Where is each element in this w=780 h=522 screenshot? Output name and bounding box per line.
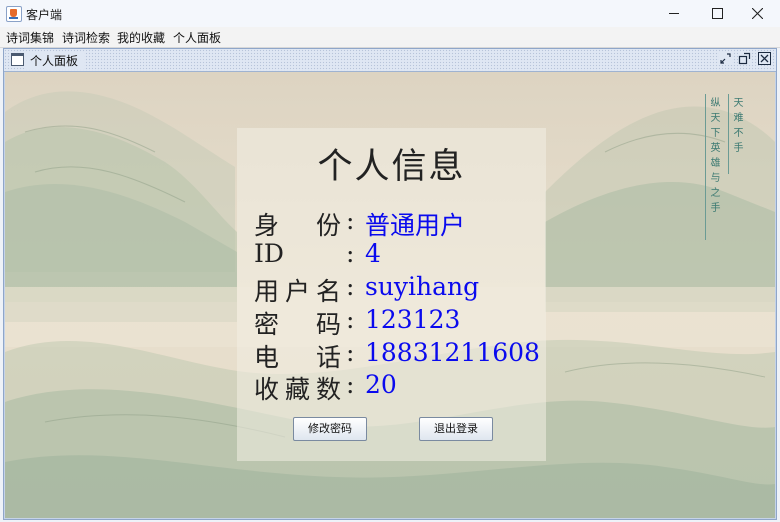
field-colon: :	[346, 272, 355, 301]
menu-poetry-search[interactable]: 诗词检索	[62, 29, 110, 46]
field-colon: :	[346, 370, 355, 399]
profile-info-panel: 个人信息 身份 : 普通用户 ID : 4 用户名 : suyihang 密码 …	[237, 128, 546, 461]
poem-column-1: 天难不手	[731, 97, 742, 157]
iconify-icon	[720, 53, 731, 64]
field-value: suyihang	[365, 272, 480, 301]
poem-divider	[728, 94, 729, 174]
field-value: 123123	[365, 305, 461, 334]
menu-poetry-collection[interactable]: 诗词集锦	[6, 29, 54, 46]
field-label: ID	[254, 239, 284, 268]
frame-maximize-button[interactable]	[738, 52, 751, 65]
restore-icon	[738, 52, 751, 65]
field-colon: :	[346, 239, 355, 268]
menu-bar: 诗词集锦 诗词检索 我的收藏 个人面板	[0, 27, 780, 48]
minimize-button[interactable]	[652, 0, 696, 27]
field-label: 密码	[254, 310, 341, 339]
field-colon: :	[346, 305, 355, 334]
field-colon: :	[346, 206, 355, 235]
maximize-button[interactable]	[695, 0, 739, 27]
profile-heading: 个人信息	[317, 147, 466, 187]
frame-close-icon	[758, 52, 771, 65]
field-label: 收藏数	[254, 375, 341, 404]
poem-divider	[705, 94, 706, 240]
window-title: 客户端	[26, 8, 63, 22]
personal-panel-frame: 个人面板 天难不手 纵天下英雄与之手 个人信息 身份: 普通用户 ID: 4…	[3, 48, 777, 520]
poem-column-2: 纵天下英雄与之手	[708, 97, 719, 217]
frame-icon	[11, 53, 24, 66]
window-titlebar: 客户端	[0, 0, 780, 28]
field-value: 4	[365, 239, 381, 268]
change-password-button[interactable]: 修改密码	[293, 417, 367, 441]
field-label: 电话	[254, 343, 341, 372]
logout-button[interactable]: 退出登录	[419, 417, 493, 441]
close-icon	[752, 8, 763, 19]
iconify-button[interactable]	[719, 52, 732, 65]
field-label: 身份	[254, 211, 341, 240]
java-app-icon	[6, 6, 22, 22]
close-button[interactable]	[736, 0, 780, 27]
field-value: 20	[365, 370, 397, 399]
frame-close-button[interactable]	[758, 52, 771, 65]
field-value: 18831211608	[365, 338, 540, 367]
menu-my-favorites[interactable]: 我的收藏	[117, 29, 165, 46]
field-value: 普通用户	[365, 211, 466, 240]
internal-frame-titlebar[interactable]: 个人面板	[4, 49, 776, 72]
menu-personal-panel[interactable]: 个人面板	[173, 29, 221, 46]
field-colon: :	[346, 338, 355, 367]
personal-panel-content: 天难不手 纵天下英雄与之手 个人信息 身份 : 普通用户 ID : 4 用户名 …	[5, 72, 775, 518]
internal-frame-title: 个人面板	[26, 52, 85, 69]
field-label: 用户名	[254, 277, 341, 306]
